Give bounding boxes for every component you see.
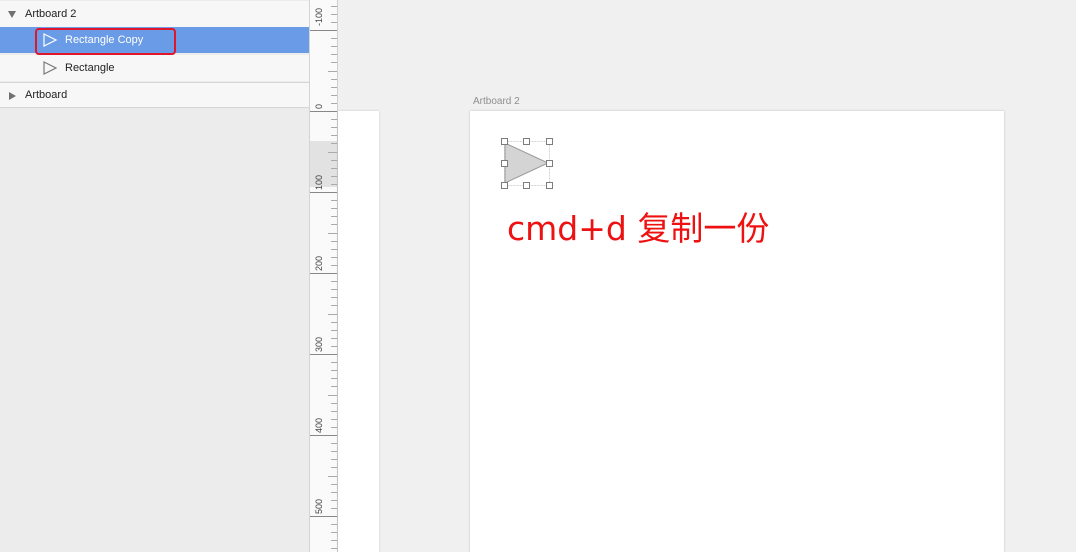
- annotation-highlight-box: [35, 28, 176, 55]
- layer-label-artboard-2: Artboard 2: [25, 8, 77, 20]
- layer-row-artboard[interactable]: Artboard: [0, 82, 309, 108]
- layer-row-artboard-2[interactable]: Artboard 2: [0, 1, 309, 27]
- expand-triangle-icon[interactable]: [8, 11, 16, 18]
- canvas[interactable]: Artboard 2 cmd+d 复制一份: [338, 0, 1076, 552]
- ruler-label: 400: [314, 417, 324, 433]
- triangle-shape[interactable]: [501, 138, 557, 190]
- artboard-partial[interactable]: [338, 111, 379, 552]
- ruler-label: 200: [314, 255, 324, 271]
- ruler-label: 0: [314, 103, 324, 109]
- artboard-2[interactable]: cmd+d 复制一份: [470, 111, 1004, 552]
- ruler-label: 100: [314, 174, 324, 190]
- collapse-triangle-icon[interactable]: [9, 92, 16, 100]
- vertical-ruler[interactable]: -100 0 100 200 300 400 500: [310, 0, 338, 552]
- ruler-label: 500: [314, 498, 324, 514]
- ruler-label: 300: [314, 336, 324, 352]
- layer-label-rectangle: Rectangle: [65, 62, 115, 74]
- artboard-title[interactable]: Artboard 2: [473, 96, 520, 107]
- triangle-shape-icon: [43, 61, 58, 75]
- layers-panel: Artboard 2 Rectangle Copy Rectangle Artb…: [0, 0, 310, 552]
- ruler-ticks: [310, 6, 337, 549]
- layer-row-rectangle[interactable]: Rectangle: [0, 55, 309, 81]
- layer-label-artboard: Artboard: [25, 89, 68, 101]
- annotation-text: cmd+d 复制一份: [507, 209, 770, 248]
- ruler-label: -100: [314, 7, 324, 26]
